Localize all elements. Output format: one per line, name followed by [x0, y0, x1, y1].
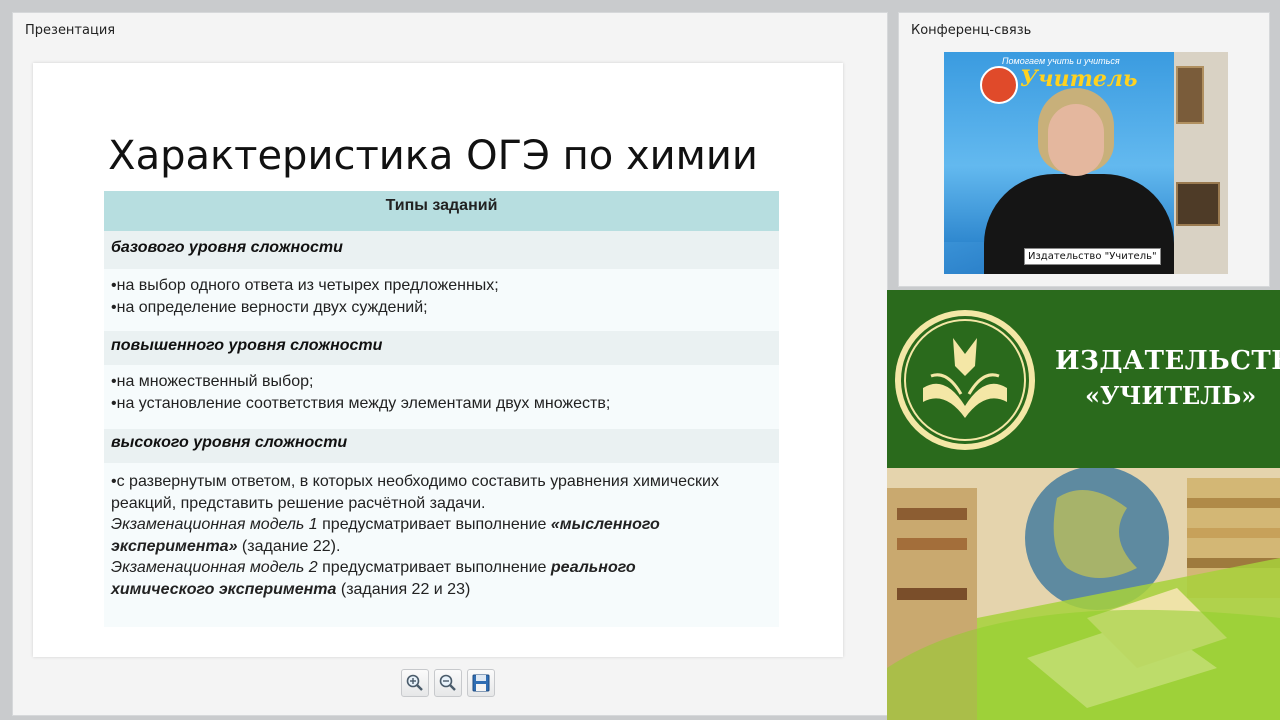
model-2-emphasis-2: химического эксперимента: [111, 581, 337, 598]
publisher-emblem-icon: [895, 310, 1035, 450]
list-item: •на множественный выбор;: [111, 373, 314, 390]
zoom-in-button[interactable]: [401, 669, 429, 697]
participant-face: [1048, 104, 1104, 176]
model-1-line-2: эксперимента» (задание 22).: [111, 538, 340, 556]
publisher-name-line2: «УЧИТЕЛЬ»: [1085, 381, 1257, 410]
section-level-high: высокого уровня сложности: [104, 429, 779, 463]
section-body-basic: •на выбор одного ответа из четырех предл…: [104, 269, 779, 331]
level-label: высокого уровня сложности: [111, 434, 348, 451]
model-2-line-1: Экзаменационная модель 2 предусматривает…: [111, 559, 636, 577]
model-1-line-1: Экзаменационная модель 1 предусматривает…: [111, 516, 660, 534]
slide-title: Характеристика ОГЭ по химии: [108, 133, 758, 179]
save-icon: [472, 674, 490, 692]
model-1-lead: Экзаменационная модель 1: [111, 516, 318, 533]
zoom-out-button[interactable]: [434, 669, 462, 697]
save-button[interactable]: [467, 669, 495, 697]
list-item: •на установление соответствия между элем…: [111, 395, 611, 412]
conference-panel-title: Конференц-связь: [911, 23, 1032, 38]
list-item: •на определение верности двух суждений;: [111, 299, 428, 316]
conference-panel: Конференц-связь Помогаем учить и учиться…: [898, 12, 1270, 287]
model-1-tail: (задание 22).: [237, 538, 341, 555]
list-item: реакций, представить решение расчётной з…: [111, 495, 486, 512]
section-body-advanced: •на множественный выбор; •на установлени…: [104, 365, 779, 429]
level-label: базового уровня сложности: [111, 239, 343, 256]
level-label: повышенного уровня сложности: [111, 337, 383, 354]
task-types-table: Типы заданий базового уровня сложности •…: [104, 191, 779, 627]
books-and-globe-illustration: [887, 468, 1280, 720]
section-body-high: •с развернутым ответом, в которых необхо…: [104, 463, 779, 627]
participant-video[interactable]: Помогаем учить и учиться Учитель Издател…: [944, 52, 1228, 274]
publisher-branding: ИЗДАТЕЛЬСТВО «УЧИТЕЛЬ»: [887, 290, 1280, 468]
wall-frame: [1176, 66, 1204, 124]
table-header: Типы заданий: [104, 191, 779, 231]
model-1-emphasis-2: эксперимента»: [111, 538, 238, 555]
model-2-tail: (задания 22 и 23): [336, 581, 471, 598]
slide: Характеристика ОГЭ по химии Типы заданий…: [33, 63, 843, 657]
presentation-panel-title: Презентация: [25, 23, 116, 38]
model-1-emphasis: «мысленного: [550, 516, 660, 533]
banner-slogan: Помогаем учить и учиться: [1002, 56, 1120, 66]
model-2-line-2: химического эксперимента (задания 22 и 2…: [111, 581, 470, 599]
publisher-logo-icon: [980, 66, 1018, 104]
model-2-emphasis: реального: [550, 559, 636, 576]
list-item: •с развернутым ответом, в которых необхо…: [111, 473, 719, 490]
participant-name-label: Издательство "Учитель": [1024, 248, 1161, 265]
model-1-mid: предусматривает выполнение: [317, 516, 551, 533]
branding-photo: [887, 468, 1280, 720]
zoom-out-icon: [439, 674, 456, 691]
list-item: •на выбор одного ответа из четырех предл…: [111, 277, 499, 294]
model-2-mid: предусматривает выполнение: [317, 559, 551, 576]
section-level-advanced: повышенного уровня сложности: [104, 331, 779, 365]
presentation-panel: Презентация Характеристика ОГЭ по химии …: [12, 12, 888, 716]
zoom-in-icon: [406, 674, 423, 691]
model-2-lead: Экзаменационная модель 2: [111, 559, 318, 576]
wall-frame: [1176, 182, 1220, 226]
section-level-basic: базового уровня сложности: [104, 231, 779, 269]
publisher-name-line1: ИЗДАТЕЛЬСТВО: [1055, 346, 1280, 376]
